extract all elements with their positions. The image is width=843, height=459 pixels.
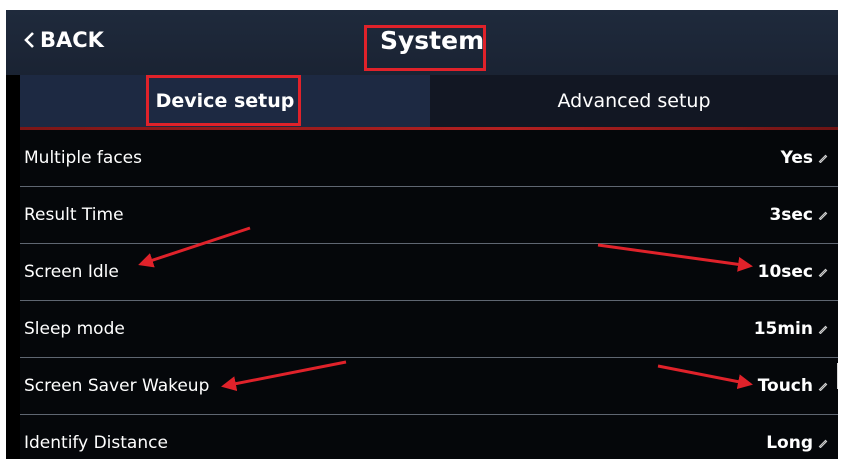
tab-advanced-setup[interactable]: Advanced setup: [430, 75, 838, 127]
setting-value-group: Touch: [758, 376, 828, 396]
setting-value: Long: [766, 433, 813, 453]
tab-bar: Device setup Advanced setup: [20, 75, 838, 127]
setting-value-group: 15min: [754, 319, 828, 339]
back-label: BACK: [40, 28, 104, 52]
chevron-left-icon: [24, 32, 34, 48]
setting-value-group: Yes: [781, 148, 828, 168]
setting-row-multiple-faces[interactable]: Multiple faces Yes: [20, 130, 838, 187]
setting-label: Multiple faces: [24, 148, 142, 168]
setting-row-identify-distance[interactable]: Identify Distance Long: [20, 415, 838, 459]
setting-value-group: Long: [766, 433, 828, 453]
device-screen: BACK System Device setup Advanced setup …: [6, 10, 838, 459]
scrollbar[interactable]: [837, 363, 838, 389]
page-title: System: [380, 26, 485, 55]
setting-row-screen-idle[interactable]: Screen Idle 10sec: [20, 244, 838, 301]
setting-row-sleep-mode[interactable]: Sleep mode 15min: [20, 301, 838, 358]
setting-value-group: 10sec: [758, 262, 828, 282]
setting-row-result-time[interactable]: Result Time 3sec: [20, 187, 838, 244]
pencil-icon: [818, 211, 828, 220]
back-button[interactable]: BACK: [22, 28, 104, 52]
setting-label: Screen Idle: [24, 262, 119, 282]
setting-value: 15min: [753, 319, 813, 339]
pencil-icon: [818, 439, 828, 448]
setting-value: Touch: [757, 376, 813, 396]
pencil-icon: [818, 382, 828, 391]
top-bar: BACK System: [6, 10, 838, 75]
pencil-icon: [818, 268, 828, 277]
setting-label: Identify Distance: [24, 433, 168, 453]
setting-row-screen-saver-wakeup[interactable]: Screen Saver Wakeup Touch: [20, 358, 838, 415]
setting-value: 3sec: [769, 205, 813, 225]
setting-value: 10sec: [757, 262, 813, 282]
setting-label: Sleep mode: [24, 319, 125, 339]
settings-list: Multiple faces Yes Result Time 3sec Scre…: [20, 130, 838, 459]
pencil-icon: [818, 154, 828, 163]
setting-value: Yes: [780, 148, 813, 168]
setting-value-group: 3sec: [769, 205, 828, 225]
pencil-icon: [818, 325, 828, 334]
tab-device-setup[interactable]: Device setup: [20, 75, 430, 127]
setting-label: Result Time: [24, 205, 124, 225]
setting-label: Screen Saver Wakeup: [24, 376, 210, 396]
